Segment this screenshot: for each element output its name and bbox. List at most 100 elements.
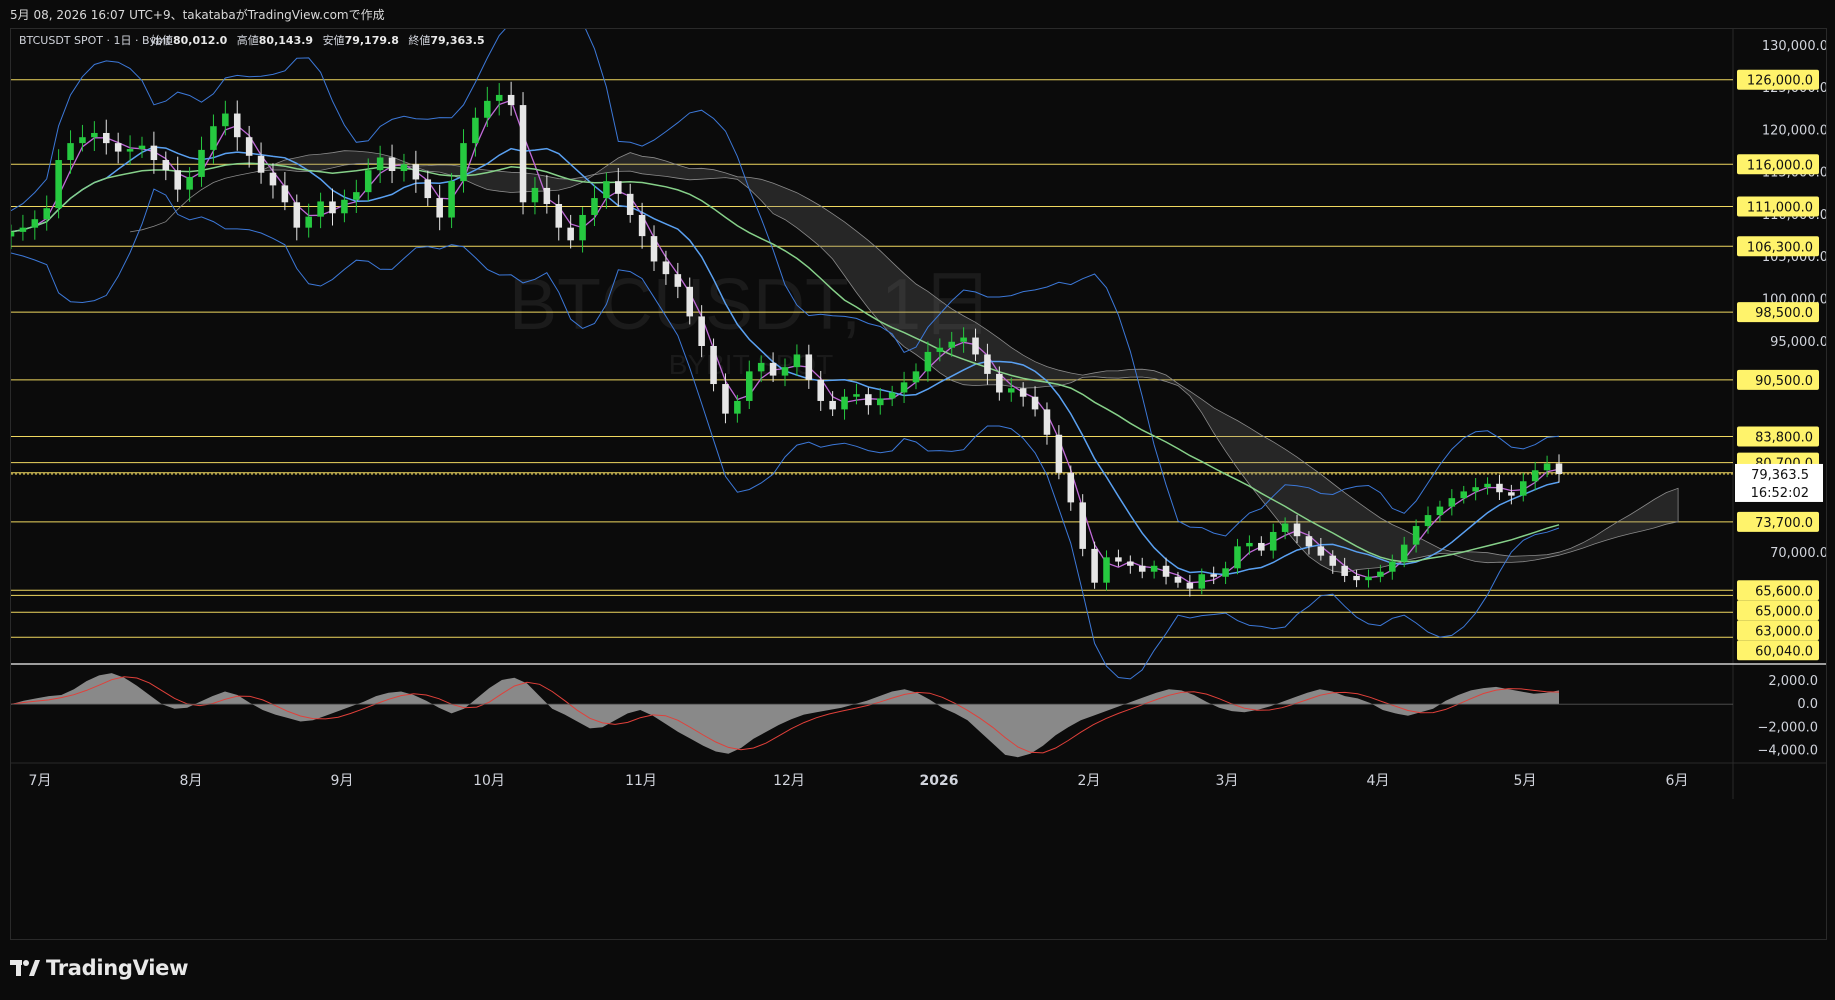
candle-body — [222, 113, 229, 127]
candle-body — [31, 219, 39, 228]
time-axis-label: 7月 — [29, 773, 52, 789]
candle-body — [1472, 487, 1479, 492]
candle-body — [43, 208, 50, 220]
candle-body — [1412, 526, 1420, 545]
candle-body — [400, 164, 408, 172]
candle-body — [460, 143, 467, 182]
candle-body — [353, 192, 360, 200]
candle-body — [233, 113, 241, 138]
candle-body — [114, 143, 122, 152]
candle-body — [555, 203, 563, 228]
tradingview-logo-icon — [10, 960, 40, 976]
candle-body — [1043, 409, 1051, 435]
candle-body — [329, 201, 336, 214]
candle-body — [1246, 542, 1253, 547]
open-label: 始値 — [151, 33, 173, 47]
current-price-label: 79,363.5 — [1751, 468, 1809, 483]
candle-body — [305, 216, 312, 228]
candle-body — [519, 105, 527, 203]
candle-body — [912, 371, 920, 383]
candle-body — [865, 394, 872, 406]
candle-body — [91, 132, 98, 138]
macd-tick-label: 2,000.0 — [1768, 674, 1818, 689]
candle-body — [472, 117, 479, 144]
price-tick-label: 70,000.0 — [1770, 546, 1826, 561]
candle-body — [484, 100, 491, 118]
price-axis[interactable]: 130,000.0125,000.0120,000.0115,000.0110,… — [1735, 39, 1826, 758]
candle-body — [662, 261, 670, 275]
candle-body — [11, 231, 15, 237]
level-price-label: 65,000.0 — [1755, 604, 1813, 619]
chart-canvas[interactable]: BTCUSDT, 1日 BYBIT SPOT 130,000.0125,000.… — [11, 29, 1826, 939]
candle-body — [1531, 470, 1539, 482]
footer: TradingView — [10, 948, 188, 988]
candle-body — [960, 337, 967, 342]
candle-body — [698, 316, 705, 346]
ichimoku-cloud — [130, 150, 1679, 574]
candle-body — [19, 227, 27, 232]
candle-body — [1210, 574, 1217, 577]
candle-body — [1281, 523, 1289, 532]
candle-body — [1508, 492, 1515, 496]
candle-body — [245, 137, 253, 156]
candle-body — [1365, 576, 1372, 581]
candle-body — [972, 337, 979, 355]
candle-body — [1162, 565, 1170, 577]
candle-body — [102, 132, 110, 144]
macd-tick-label: −2,000.0 — [1757, 720, 1818, 735]
candle-body — [615, 181, 622, 194]
candle-body — [1389, 561, 1396, 572]
time-axis-label: 3月 — [1216, 773, 1239, 789]
time-axis-label: 2月 — [1078, 773, 1101, 789]
candle-body — [1234, 546, 1241, 569]
candle-body — [1448, 498, 1456, 507]
candle-body — [1400, 544, 1408, 562]
chart-frame[interactable]: BTCUSDT, 1日 BYBIT SPOT 130,000.0125,000.… — [10, 28, 1827, 940]
candle-body — [626, 193, 634, 215]
candle-body — [1317, 546, 1325, 556]
macd-pane — [11, 673, 1733, 758]
candle-body — [1258, 542, 1265, 551]
time-axis-label: 11月 — [625, 773, 657, 789]
time-axis-label: 10月 — [473, 773, 505, 789]
candle-body — [317, 201, 324, 217]
candle-body — [710, 346, 717, 385]
snapshot-info: 5月 08, 2026 16:07 UTC+9、takatabaがTrading… — [0, 0, 1835, 28]
ichimoku-cloud-area — [130, 150, 1679, 574]
candle-body — [126, 149, 134, 152]
candle-body — [1198, 574, 1206, 589]
candle-body — [364, 170, 372, 193]
candle-body — [603, 181, 610, 199]
candle-body — [1115, 557, 1122, 562]
time-axis-label: 8月 — [180, 773, 203, 789]
candle-body — [1341, 565, 1348, 576]
level-price-label: 63,000.0 — [1755, 624, 1813, 639]
macd-histogram — [11, 673, 1559, 758]
time-axis-label: 2026 — [920, 773, 959, 789]
time-axis-label: 5月 — [1514, 773, 1537, 789]
candle-body — [1460, 491, 1468, 499]
time-axis-label: 6月 — [1666, 773, 1689, 789]
candle-body — [1127, 561, 1134, 566]
candle-body — [412, 164, 420, 180]
candle-body — [1055, 434, 1063, 473]
level-price-label: 126,000.0 — [1747, 74, 1813, 89]
level-price-label: 98,500.0 — [1755, 306, 1813, 321]
candle-body — [591, 198, 598, 215]
candle-body — [841, 396, 848, 410]
candle-body — [888, 392, 896, 399]
macd-tick-label: −4,000.0 — [1757, 743, 1818, 758]
candle-body — [67, 143, 74, 161]
candle-body — [746, 371, 753, 401]
candle-body — [722, 384, 729, 414]
candle-body — [984, 354, 991, 374]
candle-body — [1543, 463, 1551, 471]
candle-body — [269, 172, 277, 186]
candle-body — [162, 160, 170, 171]
candle-body — [138, 145, 146, 150]
candle-body — [757, 362, 765, 372]
candle-body — [1329, 555, 1337, 566]
time-axis[interactable]: 7月 8月 9月 10月 11月 12月 2026 2月 3月 4月 5月 6月 — [29, 773, 1689, 789]
level-price-label: 111,000.0 — [1747, 201, 1813, 216]
candle-body — [924, 351, 932, 372]
